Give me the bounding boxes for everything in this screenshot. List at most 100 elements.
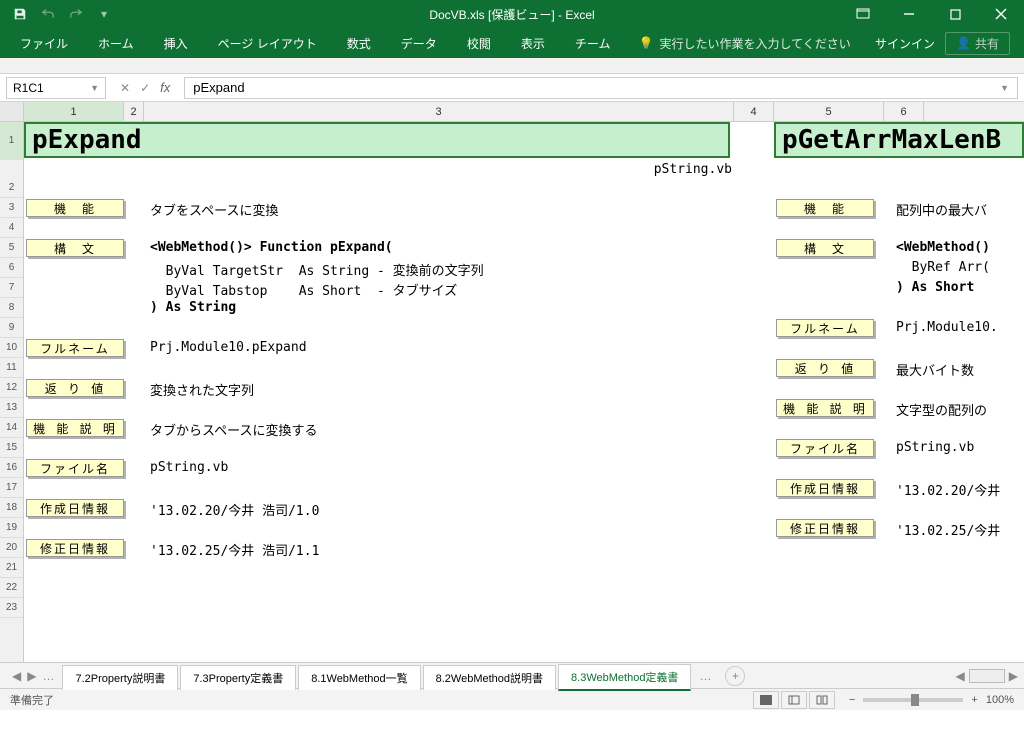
tab-pagelayout[interactable]: ページ レイアウト — [204, 29, 331, 58]
row-header[interactable]: 21 — [0, 558, 23, 578]
row-header[interactable]: 22 — [0, 578, 23, 598]
zoom-level[interactable]: 100% — [986, 694, 1014, 706]
fx-icon[interactable]: fx — [160, 80, 170, 95]
zoom-control: − + 100% — [849, 694, 1014, 706]
enter-icon[interactable]: ✓ — [140, 81, 150, 95]
cell-rr15: pString.vb — [896, 440, 974, 455]
zoom-thumb[interactable] — [911, 694, 919, 706]
view-pagebreak-icon[interactable] — [809, 691, 835, 709]
row-header[interactable]: 9 — [0, 318, 23, 338]
spreadsheet-grid[interactable]: 1 2 3 4 5 6 1 2 3 4 5 6 7 8 9 10 11 12 1… — [0, 102, 1024, 662]
ribbon-options-icon[interactable] — [840, 0, 886, 28]
col-header-1[interactable]: 1 — [24, 102, 124, 121]
cell-r18: '13.02.20/今井 浩司/1.0 — [150, 500, 319, 519]
row-header[interactable]: 14 — [0, 418, 23, 438]
cell-title-right[interactable]: pGetArrMaxLenB — [774, 122, 1024, 158]
row-header[interactable]: 4 — [0, 218, 23, 238]
row-header[interactable]: 18 — [0, 498, 23, 518]
scroll-right-icon[interactable]: ▶ — [1009, 669, 1018, 683]
row-header[interactable]: 15 — [0, 438, 23, 458]
undo-icon[interactable] — [38, 4, 58, 24]
save-icon[interactable] — [10, 4, 30, 24]
row-header[interactable]: 11 — [0, 358, 23, 378]
label-modified-r: 修正日情報 — [776, 519, 874, 537]
row-header[interactable]: 10 — [0, 338, 23, 358]
label-kino-r: 機 能 — [776, 199, 874, 217]
label-filename: ファイル名 — [26, 459, 124, 477]
view-normal-icon[interactable] — [753, 691, 779, 709]
row-header[interactable]: 13 — [0, 398, 23, 418]
scroll-left-icon[interactable]: ◀ — [956, 669, 965, 683]
label-return-r: 返 り 値 — [776, 359, 874, 377]
formula-input[interactable]: pExpand ▼ — [184, 77, 1018, 99]
cancel-icon[interactable]: ✕ — [120, 81, 130, 95]
zoom-slider[interactable] — [863, 698, 963, 702]
chevron-down-icon: ▼ — [90, 83, 99, 93]
row-header[interactable]: 1 — [0, 122, 23, 160]
zoom-out-button[interactable]: − — [849, 694, 855, 706]
row-header[interactable]: 2 — [0, 160, 23, 198]
row-header[interactable]: 12 — [0, 378, 23, 398]
scroll-thumb[interactable] — [969, 669, 1005, 683]
zoom-in-button[interactable]: + — [971, 694, 977, 706]
row-header[interactable]: 5 — [0, 238, 23, 258]
tell-me[interactable]: 💡実行したい作業を入力してください — [638, 35, 850, 52]
col-header-2[interactable]: 2 — [124, 102, 144, 121]
formula-icons: ✕ ✓ fx — [112, 80, 178, 95]
col-header-5[interactable]: 5 — [774, 102, 884, 121]
tab-team[interactable]: チーム — [561, 29, 625, 58]
column-headers: 1 2 3 4 5 6 — [0, 102, 1024, 122]
col-header-6[interactable]: 6 — [884, 102, 924, 121]
tab-insert[interactable]: 挿入 — [150, 29, 202, 58]
tab-data[interactable]: データ — [387, 29, 451, 58]
formula-value: pExpand — [193, 80, 244, 95]
close-icon[interactable] — [978, 0, 1024, 28]
sheet-nav-more-right-icon[interactable]: … — [693, 669, 717, 683]
row-header[interactable]: 23 — [0, 598, 23, 618]
qat-dropdown-icon[interactable]: ▾ — [94, 4, 114, 24]
bulb-icon: 💡 — [638, 36, 653, 50]
col-header-3[interactable]: 3 — [144, 102, 734, 121]
name-box[interactable]: R1C1 ▼ — [6, 77, 106, 99]
cell-rr3: 配列中の最大バ — [896, 200, 987, 219]
sheet-nav-prev-icon[interactable]: ◀ — [12, 669, 21, 683]
tab-review[interactable]: 校閲 — [453, 29, 505, 58]
expand-formula-icon[interactable]: ▼ — [1000, 83, 1009, 93]
label-modified: 修正日情報 — [26, 539, 124, 557]
horizontal-scroll[interactable]: ◀ ▶ — [956, 669, 1018, 683]
sheet-tab[interactable]: 7.2Property説明書 — [62, 665, 178, 690]
row-header[interactable]: 20 — [0, 538, 23, 558]
row-header[interactable]: 8 — [0, 298, 23, 318]
sheet-nav-next-icon[interactable]: ▶ — [27, 669, 36, 683]
sheet-nav-more-icon[interactable]: … — [42, 669, 54, 683]
maximize-icon[interactable] — [932, 0, 978, 28]
share-button[interactable]: 👤共有 — [945, 32, 1010, 55]
signin-link[interactable]: サインイン — [875, 35, 935, 52]
row-header[interactable]: 17 — [0, 478, 23, 498]
cell-title-left[interactable]: pExpand — [24, 122, 730, 158]
sheet-tab-active[interactable]: 8.3WebMethod定義書 — [558, 664, 691, 691]
sheet-tab[interactable]: 8.1WebMethod一覧 — [298, 665, 420, 690]
name-box-value: R1C1 — [13, 81, 44, 95]
sheet-tab[interactable]: 7.3Property定義書 — [180, 665, 296, 690]
title-bar: ▾ DocVB.xls [保護ビュー] - Excel — [0, 0, 1024, 28]
col-header-4[interactable]: 4 — [734, 102, 774, 121]
tab-home[interactable]: ホーム — [84, 29, 148, 58]
select-all-corner[interactable] — [0, 102, 24, 121]
minimize-icon[interactable] — [886, 0, 932, 28]
tab-formulas[interactable]: 数式 — [333, 29, 385, 58]
row-header[interactable]: 19 — [0, 518, 23, 538]
row-header[interactable]: 3 — [0, 198, 23, 218]
row-header[interactable]: 16 — [0, 458, 23, 478]
tab-file[interactable]: ファイル — [6, 29, 82, 58]
row-header[interactable]: 7 — [0, 278, 23, 298]
row-header[interactable]: 6 — [0, 258, 23, 278]
view-pagelayout-icon[interactable] — [781, 691, 807, 709]
cells-canvas[interactable]: pExpand pString.vb 機 能 タブをスペースに変換 構 文 <W… — [24, 122, 1024, 662]
sheet-tab[interactable]: 8.2WebMethod説明書 — [423, 665, 556, 690]
label-return: 返 り 値 — [26, 379, 124, 397]
sheet-tab-bar: ◀ ▶ … 7.2Property説明書 7.3Property定義書 8.1W… — [0, 662, 1024, 688]
add-sheet-button[interactable]: + — [725, 666, 745, 686]
redo-icon[interactable] — [66, 4, 86, 24]
tab-view[interactable]: 表示 — [507, 29, 559, 58]
